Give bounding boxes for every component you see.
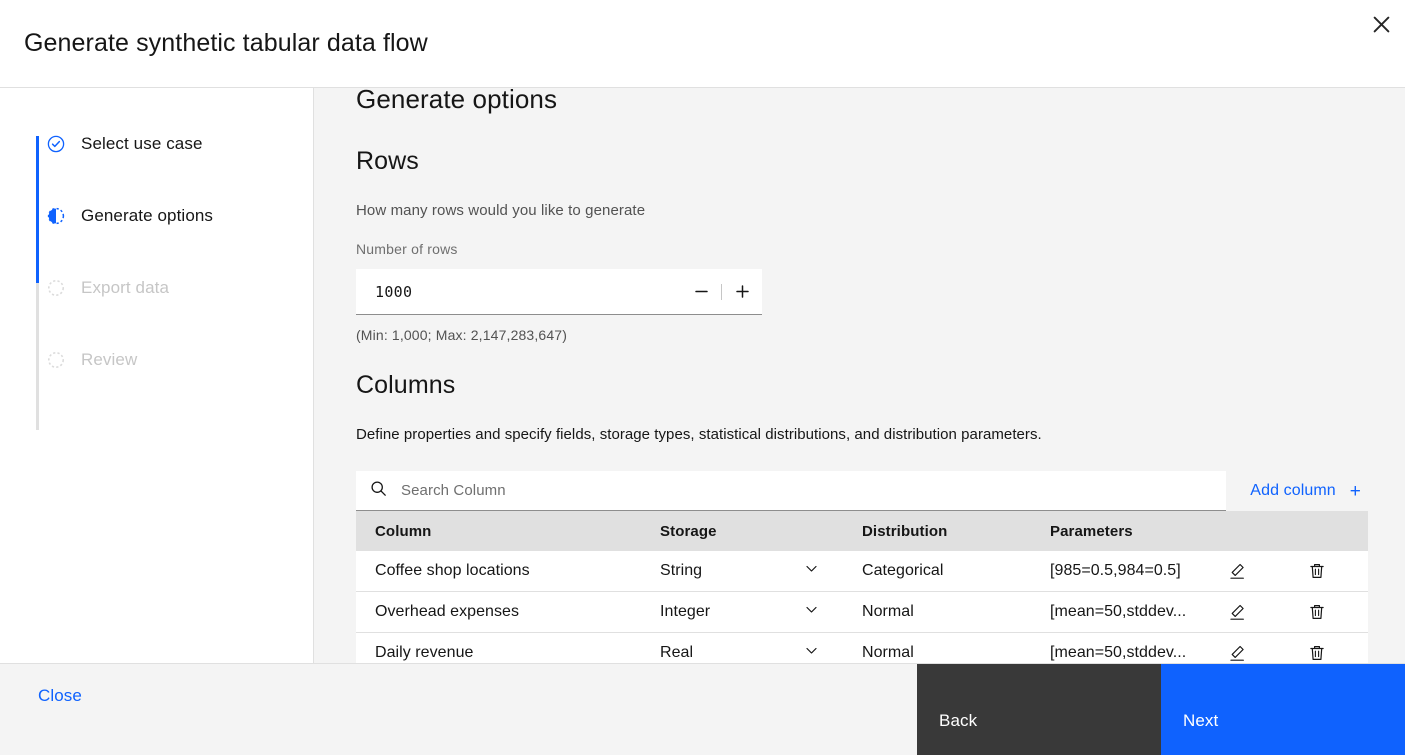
columns-description: Define properties and specify fields, st… <box>356 426 1042 443</box>
rows-help-text: How many rows would you like to generate <box>356 202 646 219</box>
plus-icon: + <box>1349 480 1361 502</box>
close-button[interactable]: Close <box>38 686 82 706</box>
modal-body: Select use case Generate options Export … <box>0 88 1405 663</box>
storage-value: Integer <box>660 603 711 620</box>
close-icon[interactable] <box>1357 0 1405 48</box>
dashed-circle-icon <box>47 279 65 297</box>
columns-heading: Columns <box>356 371 456 399</box>
cell-parameters: [985=0.5,984=0.5] <box>1031 551 1206 592</box>
sidebar-step-label: Select use case <box>81 134 203 153</box>
edit-icon[interactable] <box>1228 551 1246 591</box>
main-content: Generate options Rows How many rows woul… <box>314 88 1405 663</box>
check-circle-icon <box>47 135 65 153</box>
column-header-distribution: Distribution <box>843 511 1031 551</box>
chevron-down-icon <box>804 643 819 663</box>
sidebar-step-label: Review <box>81 350 138 369</box>
column-header-column: Column <box>356 511 641 551</box>
rows-range-hint: (Min: 1,000; Max: 2,147,283,647) <box>356 327 568 343</box>
column-header-storage: Storage <box>641 511 843 551</box>
search-column-box <box>356 471 1227 511</box>
modal-footer: Close Back Next <box>0 663 1405 755</box>
cell-distribution: Normal <box>843 591 1031 633</box>
sidebar-step-review: Review <box>36 342 313 378</box>
table-row: Coffee shop locations String Categorical… <box>356 551 1368 592</box>
generate-data-modal: Generate synthetic tabular data flow Sel… <box>0 0 1405 755</box>
rows-heading: Rows <box>356 147 419 175</box>
cell-parameters: [mean=50,stddev... <box>1031 632 1206 663</box>
increment-button[interactable] <box>722 269 762 314</box>
section-title: Generate options <box>356 88 558 114</box>
sidebar-step-export-data: Export data <box>36 270 313 306</box>
footer-left: Close <box>0 664 917 755</box>
edit-icon[interactable] <box>1228 592 1246 632</box>
number-of-rows-label: Number of rows <box>356 241 458 257</box>
back-button[interactable]: Back <box>917 664 1161 755</box>
column-header-parameters: Parameters <box>1031 511 1206 551</box>
chevron-down-icon <box>804 602 819 622</box>
next-button[interactable]: Next <box>1161 664 1405 755</box>
storage-select[interactable]: String <box>660 551 843 591</box>
sidebar-step-label: Generate options <box>81 206 214 225</box>
cell-distribution: Normal <box>843 632 1031 663</box>
sidebar-step-generate-options[interactable]: Generate options <box>36 198 313 234</box>
cell-delete[interactable] <box>1286 632 1368 663</box>
storage-value: String <box>660 562 703 579</box>
sidebar-step-label: Export data <box>81 278 170 297</box>
columns-table: Column Storage Distribution Parameters C… <box>356 511 1368 663</box>
cell-delete[interactable] <box>1286 551 1368 592</box>
modal-header: Generate synthetic tabular data flow <box>0 0 1405 88</box>
edit-icon[interactable] <box>1228 633 1246 663</box>
progress-sidebar: Select use case Generate options Export … <box>0 88 314 663</box>
cell-storage[interactable]: Real <box>641 632 843 663</box>
cell-edit[interactable] <box>1206 551 1286 592</box>
chevron-down-icon <box>804 561 819 581</box>
delete-icon[interactable] <box>1308 633 1326 663</box>
storage-select[interactable]: Real <box>660 633 843 663</box>
half-circle-icon <box>47 207 65 225</box>
column-header-edit <box>1206 511 1286 551</box>
progress-steps: Select use case Generate options Export … <box>36 126 313 430</box>
cell-delete[interactable] <box>1286 591 1368 633</box>
cell-column-name: Daily revenue <box>356 632 641 663</box>
cell-parameters: [mean=50,stddev... <box>1031 591 1206 633</box>
cell-storage[interactable]: String <box>641 551 843 592</box>
cell-storage[interactable]: Integer <box>641 591 843 633</box>
table-row: Overhead expenses Integer Normal [mean=5… <box>356 591 1368 633</box>
dashed-circle-icon <box>47 351 65 369</box>
add-column-label: Add column <box>1250 482 1336 499</box>
cell-column-name: Coffee shop locations <box>356 551 641 592</box>
search-icon <box>370 480 387 502</box>
delete-icon[interactable] <box>1308 592 1326 632</box>
search-input[interactable] <box>387 482 1227 499</box>
column-header-delete <box>1286 511 1368 551</box>
number-of-rows-stepper <box>356 269 762 315</box>
delete-icon[interactable] <box>1308 551 1326 591</box>
cell-edit[interactable] <box>1206 591 1286 633</box>
cell-distribution: Categorical <box>843 551 1031 592</box>
decrement-button[interactable] <box>681 269 721 314</box>
storage-select[interactable]: Integer <box>660 592 843 632</box>
storage-value: Real <box>660 644 694 661</box>
cell-edit[interactable] <box>1206 632 1286 663</box>
page-title: Generate synthetic tabular data flow <box>24 29 428 57</box>
table-row: Daily revenue Real Normal [mean=50,stdde… <box>356 632 1368 663</box>
sidebar-step-select-use-case[interactable]: Select use case <box>36 126 313 162</box>
add-column-button[interactable]: Add column + <box>1226 471 1367 511</box>
cell-column-name: Overhead expenses <box>356 591 641 633</box>
columns-toolbar: Add column + <box>356 471 1367 511</box>
number-of-rows-input[interactable] <box>356 269 681 314</box>
table-header-row: Column Storage Distribution Parameters <box>356 511 1368 551</box>
